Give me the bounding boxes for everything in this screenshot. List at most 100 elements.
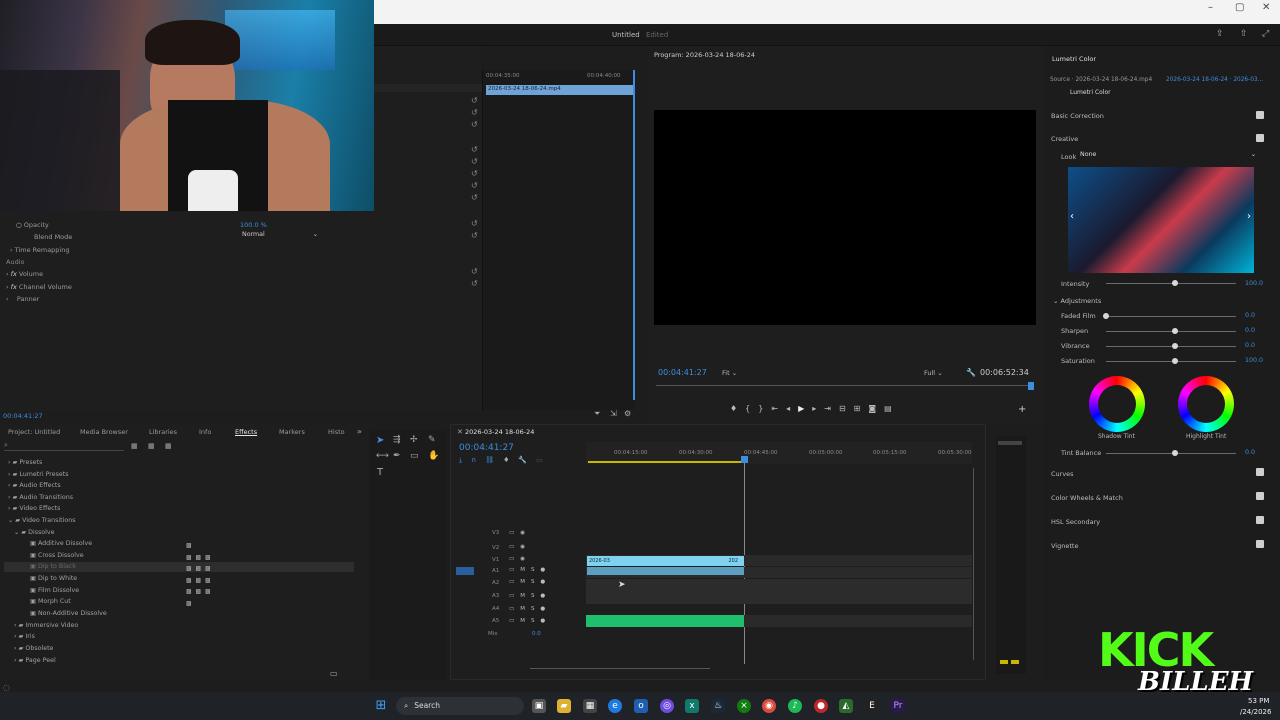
camera-icon[interactable]: ◙ <box>868 404 884 413</box>
mix-value[interactable]: 0.0 <box>532 631 541 637</box>
color-wheels-checkbox[interactable] <box>1256 492 1264 500</box>
volume-row[interactable]: › fx Volume <box>6 270 43 278</box>
creative-checkbox[interactable] <box>1256 134 1264 142</box>
reset-icon[interactable]: ↺ <box>471 219 478 228</box>
hand-tool-icon[interactable]: ✋ <box>428 451 439 461</box>
reset-icon[interactable]: ↺ <box>471 267 478 276</box>
extract-icon[interactable]: ⊞ <box>854 404 869 413</box>
tree-item-additive-dissolve[interactable]: ▣ Additive Dissolve <box>30 540 92 547</box>
track-controls[interactable]: ▭◉ <box>509 544 531 550</box>
tree-item-morph-cut[interactable]: ▣ Morph Cut <box>30 598 71 605</box>
tab-markers[interactable]: Markers <box>279 428 305 436</box>
time-remapping[interactable]: › Time Remapping <box>10 246 70 254</box>
tree-item-dip-to-black[interactable]: ▣ Dip to Black <box>30 563 76 570</box>
mark-out-icon[interactable]: } <box>758 404 771 413</box>
tab-histo[interactable]: Histo <box>328 428 345 436</box>
tree-item-video-effects[interactable]: › ▰ Video Effects <box>8 505 60 512</box>
snap-icon[interactable]: ∩ <box>471 456 485 464</box>
steam-icon[interactable]: ♨ <box>711 699 725 713</box>
play-icon[interactable]: ▶ <box>798 404 812 413</box>
add-marker-icon[interactable]: ♦ <box>503 456 518 464</box>
reset-icon[interactable]: ↺ <box>471 96 478 105</box>
track-label-a1[interactable]: A1 <box>492 568 499 574</box>
tree-item-page-peel[interactable]: › ▰ Page Peel <box>14 657 56 664</box>
audio-track-controls[interactable]: ▭MS● <box>509 579 551 585</box>
xbox-icon[interactable]: ⨯ <box>737 699 751 713</box>
tree-item-non-additive-dissolve[interactable]: ▣ Non-Additive Dissolve <box>30 610 107 617</box>
vignette-checkbox[interactable] <box>1256 540 1264 548</box>
close-button[interactable]: ✕ <box>1262 2 1270 13</box>
shadow-tint-wheel[interactable] <box>1089 376 1145 432</box>
lumetri-sequence-clip[interactable]: 2026-03-24 18-06-24 · 2026-03... <box>1166 77 1263 83</box>
compare-icon[interactable]: ▤ <box>884 404 900 413</box>
go-to-in-icon[interactable]: ⇤ <box>771 404 786 413</box>
tab-info[interactable]: Info <box>199 428 211 436</box>
intensity-slider[interactable] <box>1106 283 1236 284</box>
blend-mode-select[interactable]: Normal ⌄ <box>242 231 320 241</box>
yuv-effects-icon[interactable]: ▦ <box>165 442 172 450</box>
reset-icon[interactable]: ↺ <box>471 193 478 202</box>
settings-icon[interactable]: ⚙ <box>624 409 631 418</box>
tree-item-film-dissolve[interactable]: ▣ Film Dissolve <box>30 587 79 594</box>
tab-effects[interactable]: Effects <box>235 428 257 436</box>
saturation-slider[interactable] <box>1106 361 1236 362</box>
tree-item-immersive-video[interactable]: › ▰ Immersive Video <box>14 622 78 629</box>
vibrance-slider[interactable] <box>1106 346 1236 347</box>
recording-app-icon[interactable]: ● <box>814 699 828 713</box>
epic-games-icon[interactable]: E <box>865 699 879 713</box>
basic-correction-checkbox[interactable] <box>1256 111 1264 119</box>
audio-track-controls[interactable]: ▭MS● <box>509 618 551 624</box>
nvidia-icon[interactable]: ◭ <box>839 699 853 713</box>
program-timecode[interactable]: 00:04:41:27 <box>658 368 707 377</box>
vignette-header[interactable]: Vignette <box>1051 542 1078 550</box>
share-icon[interactable]: ⇪ <box>1216 29 1224 39</box>
timeline-sequence-tab[interactable]: 2026-03-24 18-06-24 <box>465 428 534 436</box>
button-editor-plus-icon[interactable]: + <box>1018 404 1026 415</box>
track-label-v3[interactable]: V3 <box>492 530 499 536</box>
audio-track-controls[interactable]: ▭MS● <box>509 567 551 573</box>
tree-item-audio-transitions[interactable]: › ▰ Audio Transitions <box>8 494 73 501</box>
tree-item-iris[interactable]: › ▰ Iris <box>14 633 35 640</box>
work-area-bar[interactable] <box>588 461 744 463</box>
more-tabs-icon[interactable]: » <box>357 427 362 436</box>
intensity-value[interactable]: 100.0 <box>1245 280 1263 287</box>
tree-item-lumetri-presets[interactable]: › ▰ Lumetri Presets <box>8 471 69 478</box>
reset-icon[interactable]: ↺ <box>471 279 478 288</box>
lumetri-title[interactable]: Lumetri Color <box>1052 55 1096 63</box>
reset-icon[interactable]: ↺ <box>471 231 478 240</box>
minimize-button[interactable]: – <box>1208 2 1213 13</box>
next-look-icon[interactable]: › <box>1247 211 1251 222</box>
track-label-v2[interactable]: V2 <box>492 545 499 551</box>
timeline-vertical-scrollbar[interactable] <box>973 468 974 660</box>
reset-icon[interactable]: ↺ <box>471 169 478 178</box>
tab-media-browser[interactable]: Media Browser <box>80 428 128 436</box>
curves-header[interactable]: Curves <box>1051 470 1074 478</box>
audio-track-controls[interactable]: ▭MS● <box>509 593 551 599</box>
program-playhead[interactable] <box>1028 382 1034 390</box>
look-dropdown[interactable]: None ⌄ <box>1080 151 1258 161</box>
basic-correction-header[interactable]: Basic Correction <box>1051 112 1104 120</box>
premiere-pro-icon[interactable]: Pr <box>891 699 905 713</box>
clock-time[interactable]: 53 PM <box>1248 697 1269 705</box>
timeline-settings-icon[interactable]: 🔧 <box>518 456 536 464</box>
track-label-a4[interactable]: A4 <box>492 606 499 612</box>
nest-icon[interactable]: ⤓ <box>459 456 471 464</box>
pen-tool-icon[interactable]: ✒ <box>393 451 401 461</box>
slip-tool-icon[interactable]: ⟷ <box>376 451 389 461</box>
32bit-effects-icon[interactable]: ▦ <box>148 442 155 450</box>
add-marker-icon[interactable]: ♦ <box>730 404 745 413</box>
video-clip[interactable]: 2026-03 202 <box>587 556 744 566</box>
file-explorer-icon[interactable]: ▰ <box>557 699 571 713</box>
track-controls[interactable]: ▭◉ <box>509 530 531 536</box>
lift-icon[interactable]: ⊟ <box>839 404 854 413</box>
panner-row[interactable]: › Panner <box>6 295 39 303</box>
filter-icon[interactable]: ⏷ <box>594 409 600 419</box>
reset-icon[interactable]: ↺ <box>471 181 478 190</box>
track-label-v1[interactable]: V1 <box>492 557 499 563</box>
hsl-header[interactable]: HSL Secondary <box>1051 518 1100 526</box>
track-label-a5[interactable]: A5 <box>492 618 499 624</box>
timeline-timecode[interactable]: 00:04:41:27 <box>459 443 514 453</box>
creative-header[interactable]: Creative <box>1051 135 1078 143</box>
export-frame-icon[interactable]: ⇲ <box>610 409 617 418</box>
step-back-icon[interactable]: ◂ <box>786 404 798 413</box>
